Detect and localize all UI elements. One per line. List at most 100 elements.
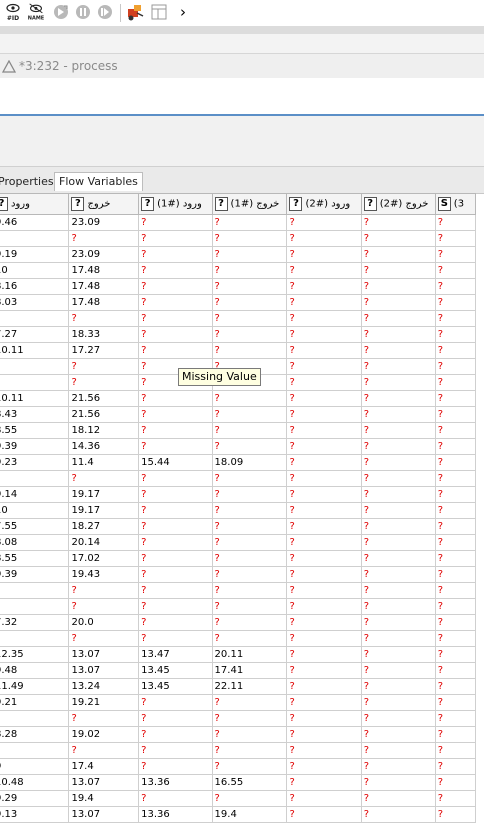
missing-value-cell[interactable]: ? [138,342,213,359]
missing-value-cell[interactable]: ? [434,662,477,679]
missing-value-cell[interactable]: ? [286,486,362,503]
missing-value-cell[interactable]: ? [360,614,436,631]
missing-value-cell[interactable]: ? [360,374,436,391]
missing-value-cell[interactable]: ? [211,406,288,423]
table-cell[interactable]: 9.19 [0,246,70,263]
table-cell[interactable]: 13.24 [68,678,140,695]
column-header[interactable]: ? خروج (#1) [211,193,288,215]
missing-value-cell[interactable]: ? [286,534,362,551]
table-cell[interactable]: 20.11 [211,646,288,663]
missing-value-cell[interactable]: ? [68,598,140,615]
missing-value-cell[interactable]: ? [0,742,70,759]
table-cell[interactable]: 18.27 [68,518,140,535]
missing-value-cell[interactable]: ? [211,790,288,807]
missing-value-cell[interactable]: ? [138,422,213,439]
table-cell[interactable]: 19.4 [211,806,288,823]
missing-value-cell[interactable]: ? [138,694,213,711]
missing-value-cell[interactable]: ? [286,582,362,599]
table-cell[interactable]: 23.09 [68,246,140,263]
missing-value-cell[interactable]: ? [138,470,213,487]
missing-value-cell[interactable]: ? [286,550,362,567]
missing-value-cell[interactable]: ? [434,550,477,567]
missing-value-cell[interactable]: ? [211,758,288,775]
missing-value-cell[interactable]: ? [360,438,436,455]
missing-value-cell[interactable]: ? [360,662,436,679]
missing-value-cell[interactable]: ? [286,646,362,663]
missing-value-cell[interactable]: ? [434,486,477,503]
table-cell[interactable]: 22.11 [211,678,288,695]
missing-value-cell[interactable]: ? [0,582,70,599]
missing-value-cell[interactable]: ? [286,342,362,359]
missing-value-cell[interactable]: ? [0,230,70,247]
table-cell[interactable]: 19.43 [68,566,140,583]
missing-value-cell[interactable]: ? [138,262,213,279]
missing-value-cell[interactable]: ? [286,246,362,263]
missing-value-cell[interactable]: ? [211,726,288,743]
missing-value-cell[interactable]: ? [360,726,436,743]
table-cell[interactable]: 13.07 [68,806,140,823]
table-cell[interactable]: 9.39 [0,566,70,583]
table-row[interactable]: 9.3914.36????? [0,438,477,455]
table-cell[interactable]: 13.07 [68,774,140,791]
table-cell[interactable]: 21.56 [68,390,140,407]
table-row[interactable]: 9.2119.21????? [0,694,477,711]
table-cell[interactable]: 8.03 [0,294,70,311]
missing-value-cell[interactable]: ? [286,806,362,823]
missing-value-cell[interactable]: ? [211,278,288,295]
table-row[interactable]: 1019.17????? [0,502,477,519]
missing-value-cell[interactable]: ? [434,566,477,583]
missing-value-cell[interactable]: ? [211,310,288,327]
table-cell[interactable]: 7.32 [0,614,70,631]
missing-value-cell[interactable]: ? [286,694,362,711]
missing-value-cell[interactable]: ? [68,358,140,375]
missing-value-cell[interactable]: ? [360,502,436,519]
table-row[interactable]: 8.5517.02????? [0,550,477,567]
missing-value-cell[interactable]: ? [360,678,436,695]
missing-value-cell[interactable]: ? [360,262,436,279]
pause-button[interactable] [73,2,93,22]
missing-value-cell[interactable]: ? [211,438,288,455]
missing-value-cell[interactable]: ? [434,614,477,631]
missing-value-cell[interactable]: ? [286,326,362,343]
missing-value-cell[interactable]: ? [0,470,70,487]
table-row[interactable]: ??????? [0,230,477,247]
layout-button[interactable] [149,2,169,22]
missing-value-cell[interactable]: ? [286,470,362,487]
missing-value-cell[interactable]: ? [138,518,213,535]
missing-value-cell[interactable]: ? [211,262,288,279]
missing-value-cell[interactable]: ? [211,582,288,599]
missing-value-cell[interactable]: ? [211,470,288,487]
table-cell[interactable]: 18.33 [68,326,140,343]
tab-properties[interactable]: Properties [0,173,58,191]
missing-value-cell[interactable]: ? [434,694,477,711]
missing-value-cell[interactable]: ? [360,454,436,471]
missing-value-cell[interactable]: ? [138,406,213,423]
missing-value-cell[interactable]: ? [211,534,288,551]
column-header[interactable]: ? خروج [68,193,140,215]
missing-value-cell[interactable]: ? [138,246,213,263]
missing-value-cell[interactable]: ? [138,742,213,759]
missing-value-cell[interactable]: ? [0,358,70,375]
missing-value-cell[interactable]: ? [434,358,477,375]
missing-value-cell[interactable]: ? [434,774,477,791]
missing-value-cell[interactable]: ? [434,374,477,391]
table-row[interactable]: ??????? [0,710,477,727]
table-cell[interactable]: 8.28 [0,726,70,743]
table-cell[interactable]: 17.48 [68,262,140,279]
missing-value-cell[interactable]: ? [286,742,362,759]
missing-value-cell[interactable]: ? [434,534,477,551]
step-button[interactable] [51,2,71,22]
missing-value-cell[interactable]: ? [434,742,477,759]
missing-value-cell[interactable]: ? [360,710,436,727]
missing-value-cell[interactable]: ? [360,246,436,263]
missing-value-cell[interactable]: ? [286,374,362,391]
table-cell[interactable]: 9 [0,758,70,775]
node-monitor-button[interactable] [125,2,145,22]
missing-value-cell[interactable]: ? [211,294,288,311]
missing-value-cell[interactable]: ? [434,758,477,775]
missing-value-cell[interactable]: ? [434,294,477,311]
missing-value-cell[interactable]: ? [286,566,362,583]
missing-value-cell[interactable]: ? [68,630,140,647]
missing-value-cell[interactable]: ? [360,598,436,615]
missing-value-cell[interactable]: ? [286,454,362,471]
